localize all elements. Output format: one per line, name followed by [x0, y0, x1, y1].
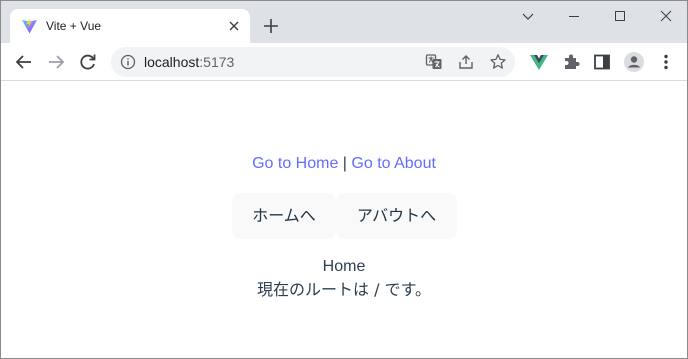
browser-window: Vite + Vue localhost:5173 Go to Home | G… [0, 0, 688, 359]
tab-active[interactable]: Vite + Vue [10, 9, 250, 43]
share-icon[interactable] [457, 53, 475, 71]
star-icon[interactable] [489, 53, 507, 71]
forward-icon[interactable] [45, 51, 67, 73]
route-message: 現在のルートは / です。 [257, 280, 431, 299]
back-icon[interactable] [13, 51, 35, 73]
extensions-icon[interactable] [560, 51, 582, 73]
url-port: :5173 [199, 54, 235, 70]
page-content: Go to Home | Go to About ホームへ アバウトへ Home… [1, 82, 687, 358]
chevron-down-icon[interactable] [505, 1, 551, 31]
close-icon[interactable] [226, 18, 242, 34]
translate-icon[interactable] [425, 53, 443, 71]
minimize-icon[interactable] [551, 1, 597, 31]
info-icon[interactable] [120, 54, 136, 70]
window-close-icon[interactable] [643, 1, 688, 31]
side-panel-icon[interactable] [591, 51, 613, 73]
tab-title: Vite + Vue [46, 19, 102, 33]
router-nav: Go to Home | Go to About [1, 154, 687, 174]
profile-icon[interactable] [623, 51, 645, 73]
go-about-link[interactable]: Go to About [351, 155, 436, 172]
vite-logo-icon [21, 18, 38, 35]
url-host: localhost [144, 54, 200, 70]
url-text[interactable]: localhost:5173 [144, 54, 234, 70]
more-icon[interactable] [655, 51, 677, 73]
plus-icon[interactable] [259, 14, 283, 38]
maximize-icon[interactable] [597, 1, 643, 31]
route-name: Home [322, 258, 366, 275]
home-button[interactable]: ホームへ [232, 193, 336, 239]
tab-strip: Vite + Vue [1, 1, 687, 43]
browser-toolbar: localhost:5173 [1, 43, 687, 81]
vue-devtools-icon[interactable] [528, 51, 550, 73]
about-button[interactable]: アバウトへ [336, 193, 457, 239]
reload-icon[interactable] [77, 51, 99, 73]
nav-separator: | [342, 155, 347, 172]
address-bar[interactable]: localhost:5173 [111, 47, 515, 77]
go-home-link[interactable]: Go to Home [252, 155, 338, 172]
